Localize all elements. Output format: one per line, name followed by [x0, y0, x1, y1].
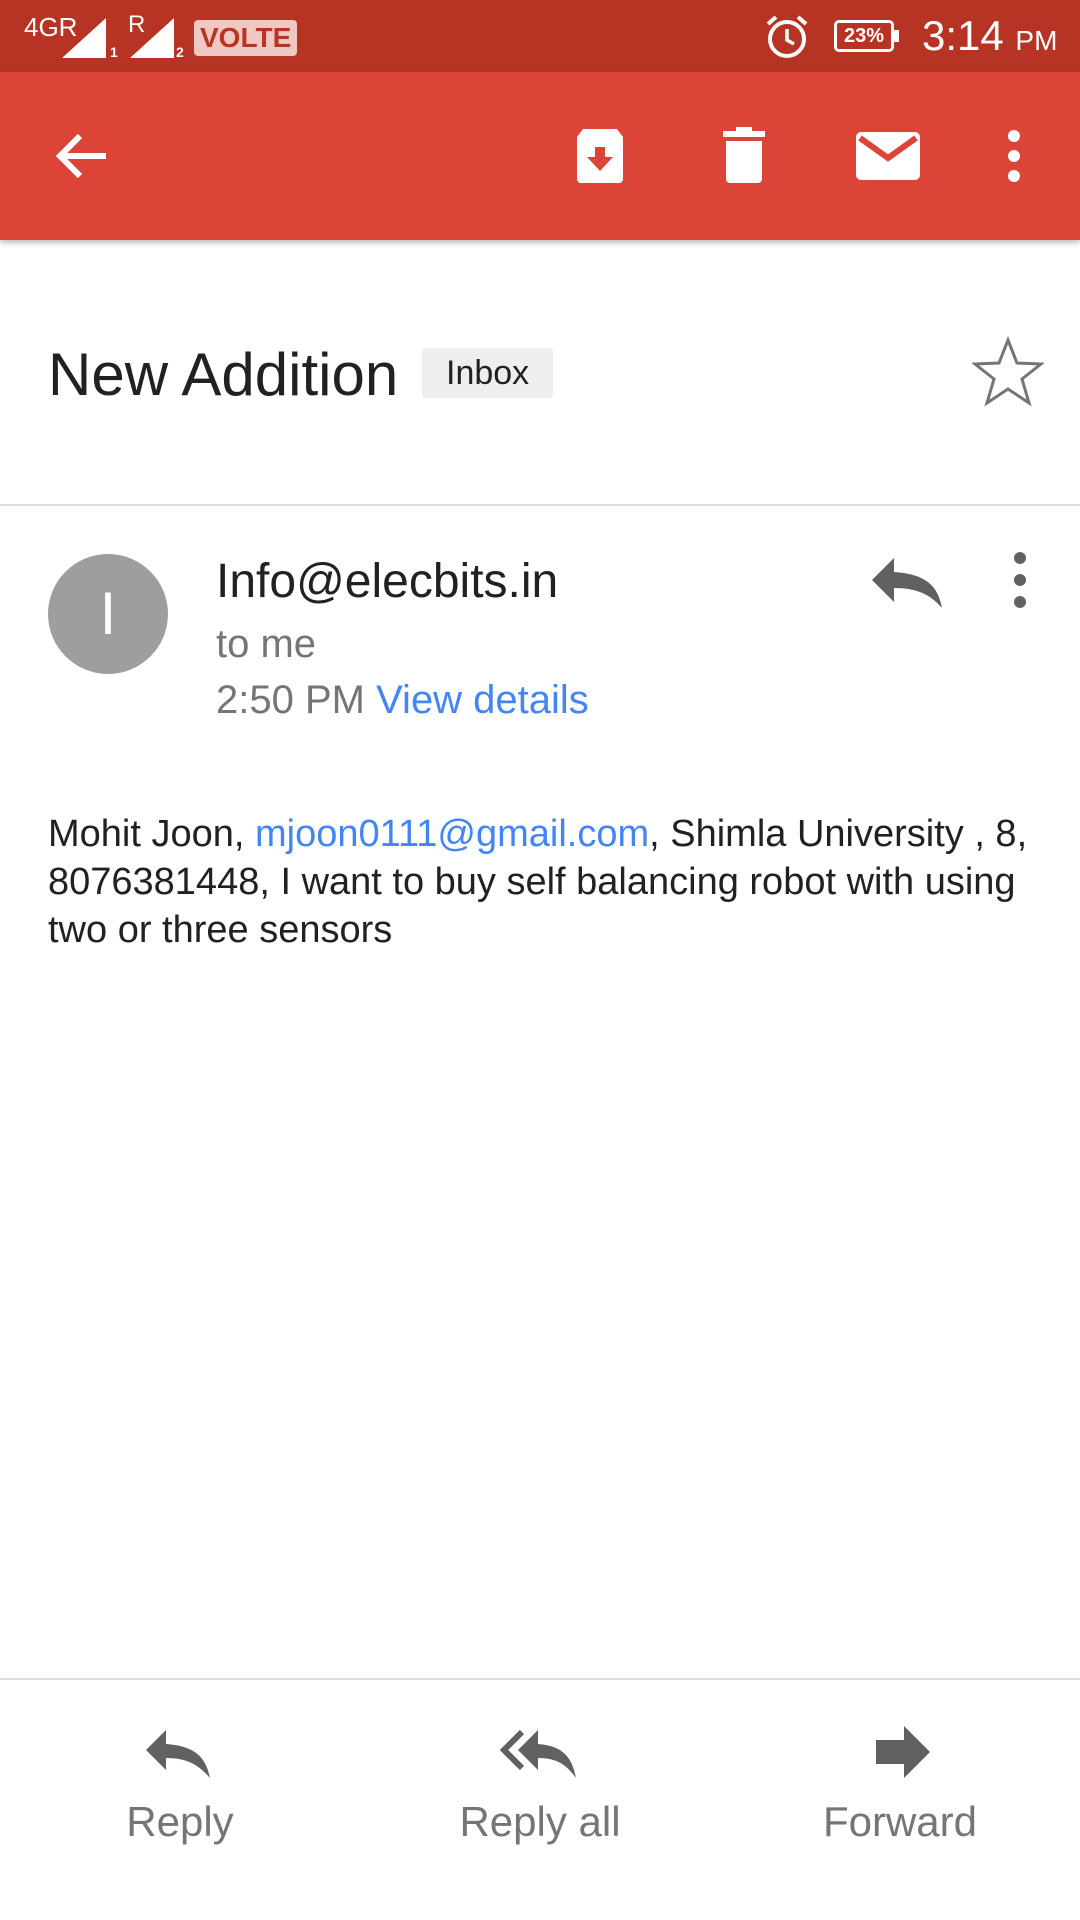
sender-avatar[interactable]: I — [48, 554, 168, 674]
signal-icon — [62, 18, 106, 58]
more-vert-icon — [1008, 130, 1020, 182]
message-more-button[interactable] — [992, 544, 1048, 616]
star-icon[interactable] — [972, 336, 1044, 408]
back-arrow-icon — [55, 133, 106, 179]
message-time: 2:50 PM View details — [216, 672, 589, 728]
battery-indicator: 23% — [834, 20, 899, 52]
reply-button[interactable] — [864, 544, 952, 616]
signal-icon — [130, 18, 174, 58]
email-link[interactable]: mjoon0111@gmail.com — [255, 813, 649, 855]
clock: 3:14 PM — [922, 12, 1058, 59]
time-text: 2:50 PM — [216, 678, 365, 722]
delete-button[interactable] — [704, 116, 784, 196]
divider — [0, 504, 1080, 506]
recipient-text: to me — [216, 622, 317, 666]
sim2-indicator: 2 — [176, 44, 184, 60]
body-text-start: Mohit Joon, — [48, 813, 255, 855]
mark-unread-button[interactable] — [848, 116, 928, 196]
reply-all-action-button[interactable]: Reply all — [410, 1720, 670, 1860]
reply-icon — [146, 1730, 210, 1778]
more-vert-icon — [1014, 552, 1026, 608]
message-subject: New Addition — [48, 341, 399, 408]
mark-unread-icon — [856, 132, 920, 180]
reply-action-button[interactable]: Reply — [50, 1720, 310, 1860]
volte-badge: VOLTE — [194, 20, 298, 56]
reply-all-icon — [500, 1729, 576, 1778]
forward-icon — [876, 1726, 930, 1778]
alarm-icon — [766, 15, 808, 58]
reply-icon — [872, 558, 942, 608]
forward-label: Forward — [822, 1798, 978, 1845]
archive-button[interactable] — [560, 116, 640, 196]
sim1-indicator: 1 — [110, 44, 118, 60]
more-options-button[interactable] — [974, 116, 1054, 196]
divider — [0, 1678, 1080, 1680]
inbox-label[interactable]: Inbox — [422, 348, 554, 398]
archive-icon — [577, 129, 623, 183]
reply-label: Reply — [126, 1798, 234, 1845]
reply-all-label: Reply all — [459, 1798, 621, 1845]
view-details-link[interactable]: View details — [376, 678, 589, 722]
sender-email: Info@elecbits.in — [216, 555, 559, 608]
message-body: Mohit Joon, mjoon0111@gmail.com, Shimla … — [48, 810, 1038, 954]
app-toolbar — [0, 72, 1080, 240]
status-bar: 4GR 1 R 2 VOLTE 23% 3:14 PM — [0, 0, 1080, 72]
forward-action-button[interactable]: Forward — [770, 1720, 1030, 1860]
back-button[interactable] — [42, 116, 122, 196]
delete-icon — [723, 127, 765, 183]
